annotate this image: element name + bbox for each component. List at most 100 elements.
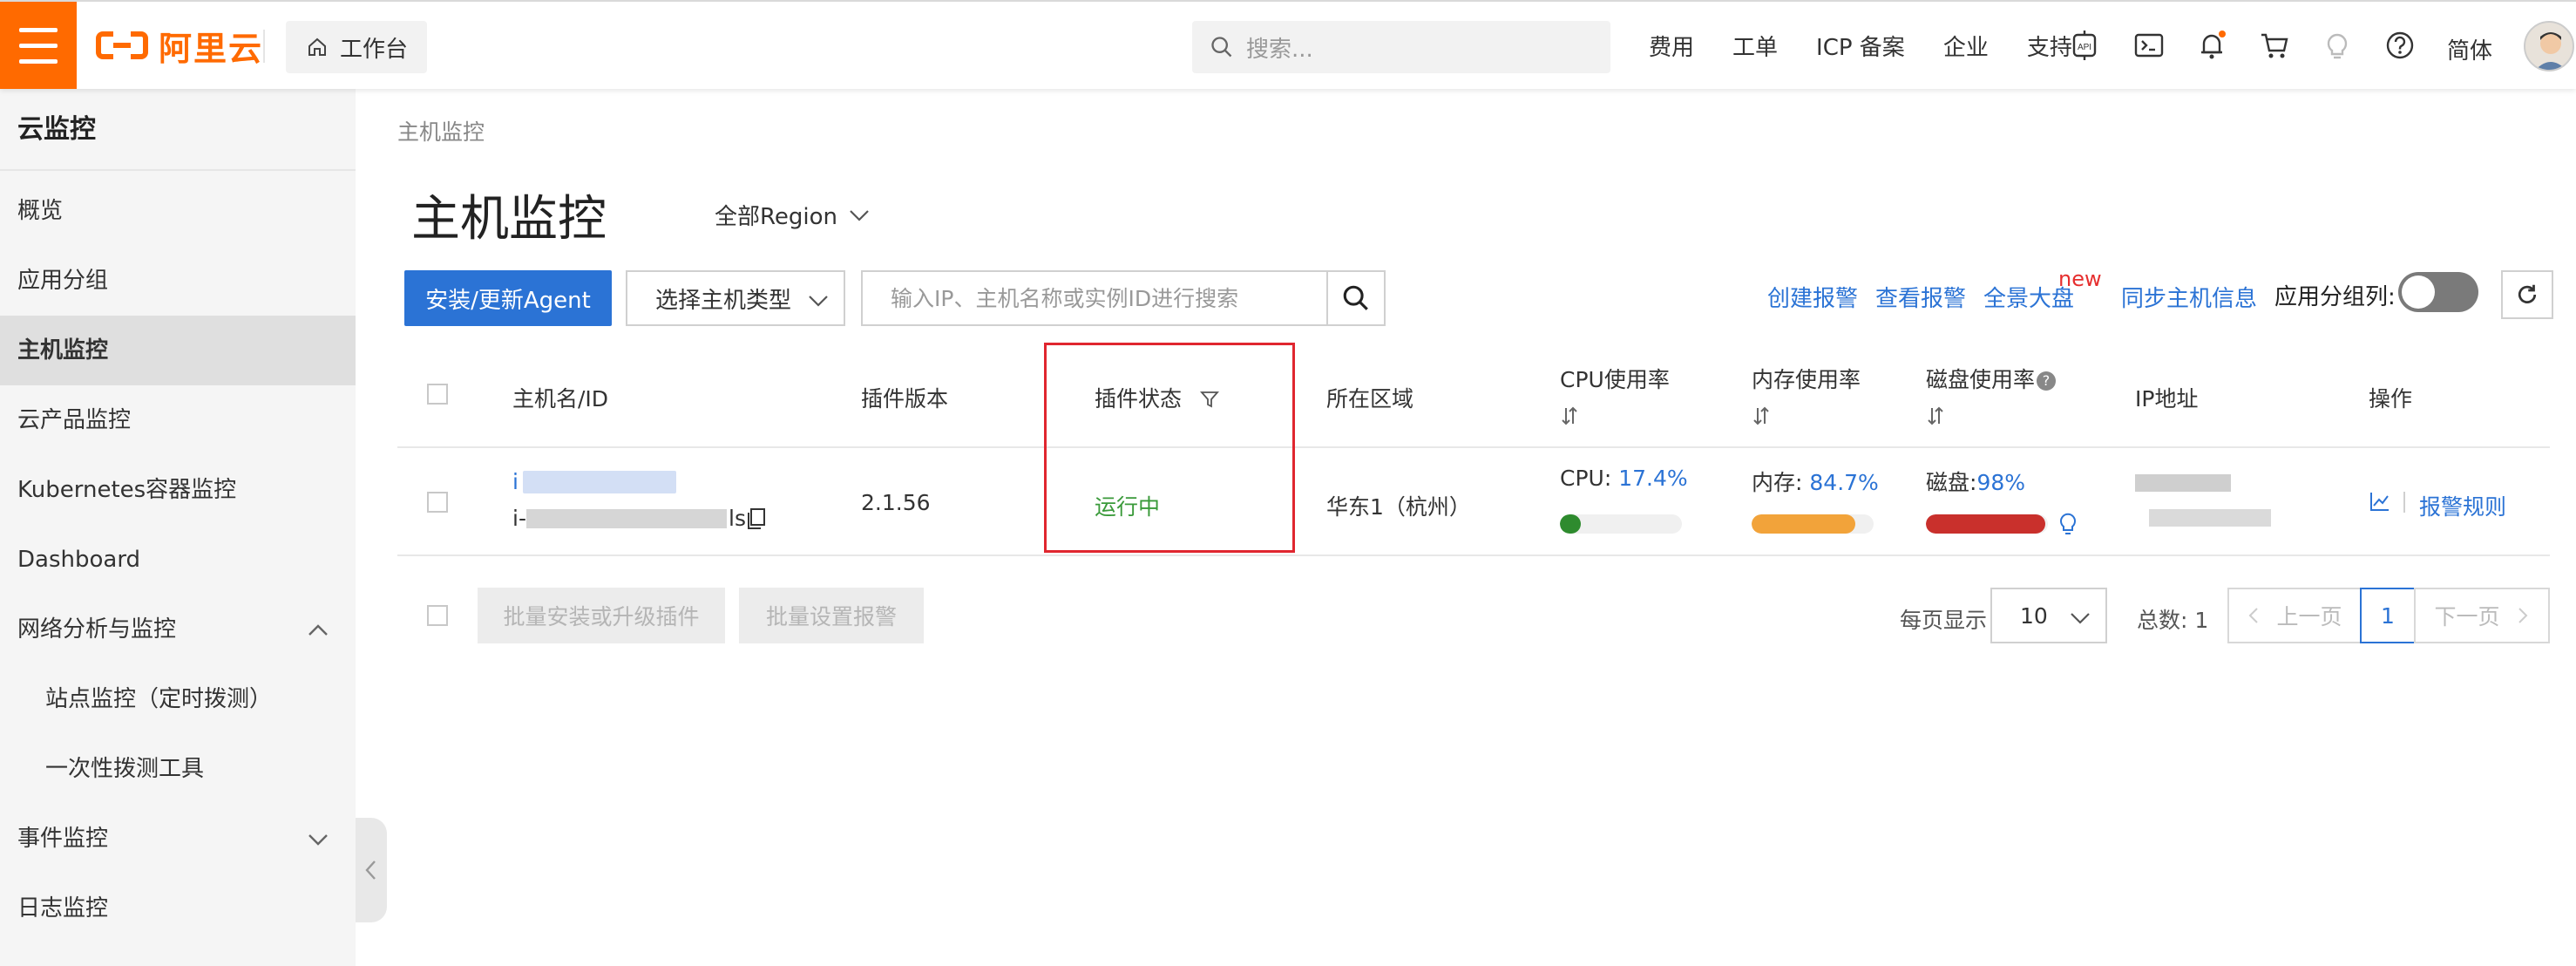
nav-link-enterprise[interactable]: 企业 [1943,30,1989,62]
host-type-select[interactable]: 选择主机类型 [626,270,845,326]
global-search-input[interactable]: 搜索... [1192,21,1610,73]
page-size-select[interactable]: 10 [1990,588,2107,643]
select-all-checkbox[interactable] [427,384,448,405]
bell-icon[interactable] [2196,30,2227,61]
logo-text: 阿里云 [159,29,264,68]
sidebar-item-kubernetes[interactable]: Kubernetes容器监控 [0,455,356,525]
sidebar-item-network-analysis[interactable]: 网络分析与监控 [0,595,356,664]
refresh-icon [2518,284,2537,303]
prev-page-label: 上一页 [2276,604,2342,629]
sidebar-item-host-monitoring[interactable]: 主机监控 [0,316,356,385]
header-actions: 操作 [2369,386,2413,412]
host-search-button[interactable] [1326,270,1386,326]
page-title: 主机监控 [411,191,607,248]
total-count: 总数: 1 [2137,608,2209,633]
home-icon [308,37,326,56]
disk-usage-label: 磁盘: [1926,470,1977,495]
header-memory[interactable]: 内存使用率 [1752,363,1861,427]
sidebar-item-label: 事件监控 [17,826,109,852]
host-id-prefix: i- [512,506,526,531]
cart-icon[interactable] [2259,30,2290,61]
batch-alarm-button[interactable]: 批量设置报警 [739,588,924,643]
footer-select-all-checkbox[interactable] [427,605,448,626]
sidebar-item-log-monitoring[interactable]: 日志监控 [0,874,356,943]
sort-icon[interactable] [1560,405,1579,427]
svg-text:API: API [2078,43,2091,52]
prev-page-button[interactable]: 上一页 [2227,588,2362,643]
top-nav-links: 费用 工单 ICP 备案 企业 支持 [1649,2,2111,89]
copy-icon[interactable] [746,507,767,530]
sidebar-item-label: 网络分析与监控 [17,616,177,643]
chevron-left-icon [2249,608,2259,623]
header-disk[interactable]: 磁盘使用率? [1926,363,2057,427]
create-alarm-link[interactable]: 创建报警 [1767,281,1858,313]
sidebar-item-cloud-product-monitoring[interactable]: 云产品监控 [0,385,356,455]
workbench-label: 工作台 [340,36,409,63]
sidebar-item-site-monitoring[interactable]: 站点监控（定时拨测） [0,664,356,734]
per-page-label: 每页显示 [1900,608,1988,633]
chevron-down-icon [2071,613,2090,624]
sync-host-info-link[interactable]: 同步主机信息 [2121,281,2257,313]
header-cpu[interactable]: CPU使用率 [1560,363,1670,427]
header-disk-label: 磁盘使用率 [1926,367,2036,392]
host-search-input[interactable] [861,270,1328,326]
chart-icon[interactable] [2369,490,2391,513]
sidebar-item-event-monitoring[interactable]: 事件监控 [0,804,356,874]
new-badge: new [2058,267,2102,291]
sidebar-item-overview[interactable]: 概览 [0,176,356,246]
aliyun-logo[interactable]: 阿里云 [96,23,263,68]
terminal-icon[interactable] [2133,30,2165,61]
lightbulb-icon[interactable] [2058,511,2078,537]
disk-usage-bar-fill [1926,514,2046,534]
redacted-host-name [523,471,676,493]
memory-usage-bar [1752,514,1874,534]
batch-install-button[interactable]: 批量安装或升级插件 [478,588,725,643]
redacted-host-id [526,509,727,528]
cpu-usage-value: 17.4% [1618,466,1688,491]
disk-usage-value: 98% [1976,470,2026,495]
region-selector[interactable]: 全部Region [715,199,871,231]
chevron-left-icon [365,861,376,880]
host-type-select-label: 选择主机类型 [655,287,792,314]
sort-icon[interactable] [1752,405,1771,427]
sidebar: 云监控 概览 应用分组 主机监控 云产品监控 Kubernetes容器监控 Da… [0,89,356,966]
host-name-link[interactable]: i [512,469,519,494]
sidebar-item-dashboard[interactable]: Dashboard [0,525,356,595]
page-1-button[interactable]: 1 [2360,588,2416,643]
sidebar-item-one-time-probe[interactable]: 一次性拨测工具 [0,734,356,804]
sidebar-collapse-handle[interactable] [356,818,387,922]
next-page-button[interactable]: 下一页 [2414,588,2550,643]
group-column-toggle[interactable] [2398,272,2478,312]
breadcrumb[interactable]: 主机监控 [397,115,485,146]
header-ip: IP地址 [2135,386,2199,412]
refresh-button[interactable] [2501,270,2553,319]
view-alarm-link[interactable]: 查看报警 [1875,281,1966,313]
nav-link-icp[interactable]: ICP 备案 [1816,30,1905,62]
group-column-label: 应用分组列: [2274,284,2396,310]
install-agent-button[interactable]: 安装/更新Agent [404,270,612,326]
divider [2403,492,2405,513]
redacted-ip-2 [2149,509,2271,527]
sidebar-item-app-groups[interactable]: 应用分组 [0,246,356,316]
user-avatar[interactable] [2524,21,2574,71]
memory-usage-bar-fill [1752,514,1855,534]
language-switch[interactable]: 简体 [2447,33,2492,65]
sort-icon[interactable] [1926,405,1945,427]
row-checkbox[interactable] [427,492,448,513]
plugin-status-highlight [1044,343,1295,553]
nav-link-tickets[interactable]: 工单 [1732,30,1778,62]
chevron-down-icon [308,834,328,846]
header-host: 主机名/ID [512,386,609,412]
api-icon[interactable]: API [2069,30,2100,61]
workbench-button[interactable]: 工作台 [286,21,427,73]
nav-link-fees[interactable]: 费用 [1649,30,1694,62]
hamburger-menu-button[interactable] [0,2,77,89]
alarm-rules-link[interactable]: 报警规则 [2419,490,2506,521]
chevron-up-icon [308,624,328,636]
nav-link-support[interactable]: 支持 [2027,30,2072,62]
chevron-down-icon [850,209,869,221]
cpu-usage: CPU: 17.4% [1560,466,1688,491]
question-icon[interactable]: ? [2037,371,2057,391]
help-icon[interactable] [2384,30,2416,61]
lightbulb-icon[interactable] [2322,30,2353,61]
